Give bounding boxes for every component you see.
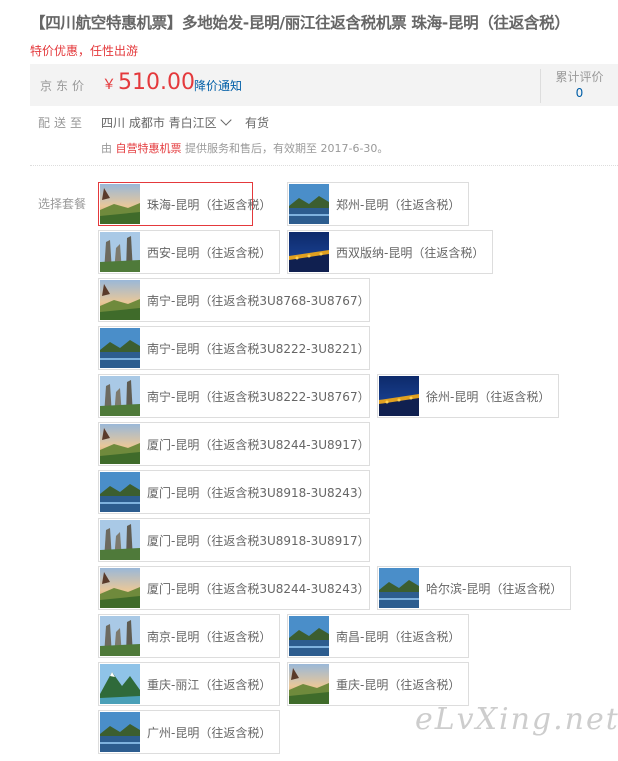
package-thumbnail bbox=[379, 376, 419, 416]
price-value: ￥510.00 bbox=[102, 70, 195, 95]
package-option[interactable]: 西安-昆明（往返含税） bbox=[98, 230, 280, 274]
package-thumbnail bbox=[100, 568, 140, 608]
package-thumbnail bbox=[289, 664, 329, 704]
package-option-label: 珠海-昆明（往返含税） bbox=[147, 198, 272, 212]
review-summary[interactable]: 累计评价 0 bbox=[540, 69, 618, 103]
package-thumbnail bbox=[289, 184, 329, 224]
package-option[interactable]: 南宁-昆明（往返含税3U8768-3U8767） bbox=[98, 278, 370, 322]
package-thumbnail bbox=[100, 328, 140, 368]
promo-slogan: 特价优惠，任性出游 bbox=[30, 44, 139, 58]
package-options-label: 选择套餐 bbox=[38, 197, 87, 211]
package-option-label: 厦门-昆明（往返含税3U8918-3U8917） bbox=[147, 534, 370, 548]
package-option-label: 南宁-昆明（往返含税3U8222-3U8221） bbox=[147, 342, 370, 356]
package-thumbnail bbox=[100, 664, 140, 704]
price-drop-notify-link[interactable]: 降价通知 bbox=[194, 77, 242, 94]
price-label: 京东价 bbox=[40, 79, 89, 93]
shipping-label: 配送至 bbox=[38, 116, 87, 130]
shipping-location-selector[interactable]: 四川 成都市 青白江区 bbox=[101, 114, 232, 131]
package-option[interactable]: 南昌-昆明（往返含税） bbox=[287, 614, 469, 658]
review-count[interactable]: 0 bbox=[541, 85, 618, 101]
package-option-label: 厦门-昆明（往返含税3U8244-3U8917） bbox=[147, 438, 370, 452]
package-option[interactable]: 厦门-昆明（往返含税3U8918-3U8917） bbox=[98, 518, 370, 562]
package-thumbnail bbox=[100, 232, 140, 272]
package-thumbnail bbox=[100, 184, 140, 224]
chevron-down-icon bbox=[219, 114, 232, 126]
package-option-label: 徐州-昆明（往返含税） bbox=[426, 390, 551, 404]
package-option-label: 重庆-丽江（往返含税） bbox=[147, 678, 272, 692]
package-thumbnail bbox=[100, 712, 140, 752]
package-option[interactable]: 南宁-昆明（往返含税3U8222-3U8221） bbox=[98, 326, 370, 370]
package-thumbnail bbox=[100, 616, 140, 656]
package-option-label: 南京-昆明（往返含税） bbox=[147, 630, 272, 644]
price-number: 510.00 bbox=[118, 70, 195, 95]
currency-symbol: ￥ bbox=[102, 77, 116, 93]
package-option[interactable]: 徐州-昆明（往返含税） bbox=[377, 374, 559, 418]
package-option-label: 西双版纳-昆明（往返含税） bbox=[336, 246, 485, 260]
package-thumbnail bbox=[100, 520, 140, 560]
package-option-label: 南宁-昆明（往返含税3U8768-3U8767） bbox=[147, 294, 370, 308]
package-option[interactable]: 厦门-昆明（往返含税3U8244-3U8243） bbox=[98, 566, 370, 610]
package-thumbnail bbox=[100, 280, 140, 320]
package-option[interactable]: 珠海-昆明（往返含税） bbox=[98, 182, 271, 226]
package-option[interactable]: 郑州-昆明（往返含税） bbox=[287, 182, 469, 226]
price-panel: 京东价 ￥510.00 降价通知 累计评价 0 bbox=[30, 64, 618, 106]
stock-status: 有货 bbox=[245, 116, 270, 130]
package-option[interactable]: 厦门-昆明（往返含税3U8244-3U8917） bbox=[98, 422, 370, 466]
package-option-label: 厦门-昆明（往返含税3U8918-3U8243） bbox=[147, 486, 370, 500]
package-option-label: 西安-昆明（往返含税） bbox=[147, 246, 272, 260]
package-option[interactable]: 南京-昆明（往返含税） bbox=[98, 614, 280, 658]
service-info: 由 自营特惠机票 提供服务和售后，有效期至 2017-6-30。 bbox=[101, 140, 388, 156]
package-option[interactable]: 西双版纳-昆明（往返含税） bbox=[287, 230, 493, 274]
service-suffix: 提供服务和售后，有效期至 2017-6-30。 bbox=[185, 142, 389, 155]
package-option-label: 哈尔滨-昆明（往返含税） bbox=[426, 582, 563, 596]
seller-link[interactable]: 自营特惠机票 bbox=[116, 142, 182, 155]
package-thumbnail bbox=[289, 232, 329, 272]
shipping-location-text: 四川 成都市 青白江区 bbox=[101, 116, 217, 130]
product-title: 【四川航空特惠机票】多地始发-昆明/丽江往返含税机票 珠海-昆明（往返含税） bbox=[30, 14, 570, 32]
package-option-label: 重庆-昆明（往返含税） bbox=[336, 678, 461, 692]
package-thumbnail bbox=[100, 376, 140, 416]
package-option[interactable]: 哈尔滨-昆明（往返含税） bbox=[377, 566, 571, 610]
package-option-label: 南宁-昆明（往返含税3U8222-3U8767） bbox=[147, 390, 370, 404]
package-thumbnail bbox=[100, 424, 140, 464]
service-prefix: 由 bbox=[101, 142, 112, 155]
package-option-label: 郑州-昆明（往返含税） bbox=[336, 198, 461, 212]
package-option-label: 南昌-昆明（往返含税） bbox=[336, 630, 461, 644]
package-option-label: 广州-昆明（往返含税） bbox=[147, 726, 272, 740]
package-thumbnail bbox=[289, 616, 329, 656]
package-thumbnail bbox=[100, 472, 140, 512]
package-option[interactable]: 厦门-昆明（往返含税3U8918-3U8243） bbox=[98, 470, 370, 514]
package-option[interactable]: 广州-昆明（往返含税） bbox=[98, 710, 280, 754]
package-option[interactable]: 南宁-昆明（往返含税3U8222-3U8767） bbox=[98, 374, 370, 418]
package-thumbnail bbox=[379, 568, 419, 608]
package-option[interactable]: 重庆-丽江（往返含税） bbox=[98, 662, 280, 706]
watermark: eLvXing.net bbox=[415, 702, 618, 737]
review-label: 累计评价 bbox=[555, 70, 604, 84]
divider bbox=[30, 165, 618, 166]
package-option-label: 厦门-昆明（往返含税3U8244-3U8243） bbox=[147, 582, 370, 596]
package-option[interactable]: 重庆-昆明（往返含税） bbox=[287, 662, 469, 706]
